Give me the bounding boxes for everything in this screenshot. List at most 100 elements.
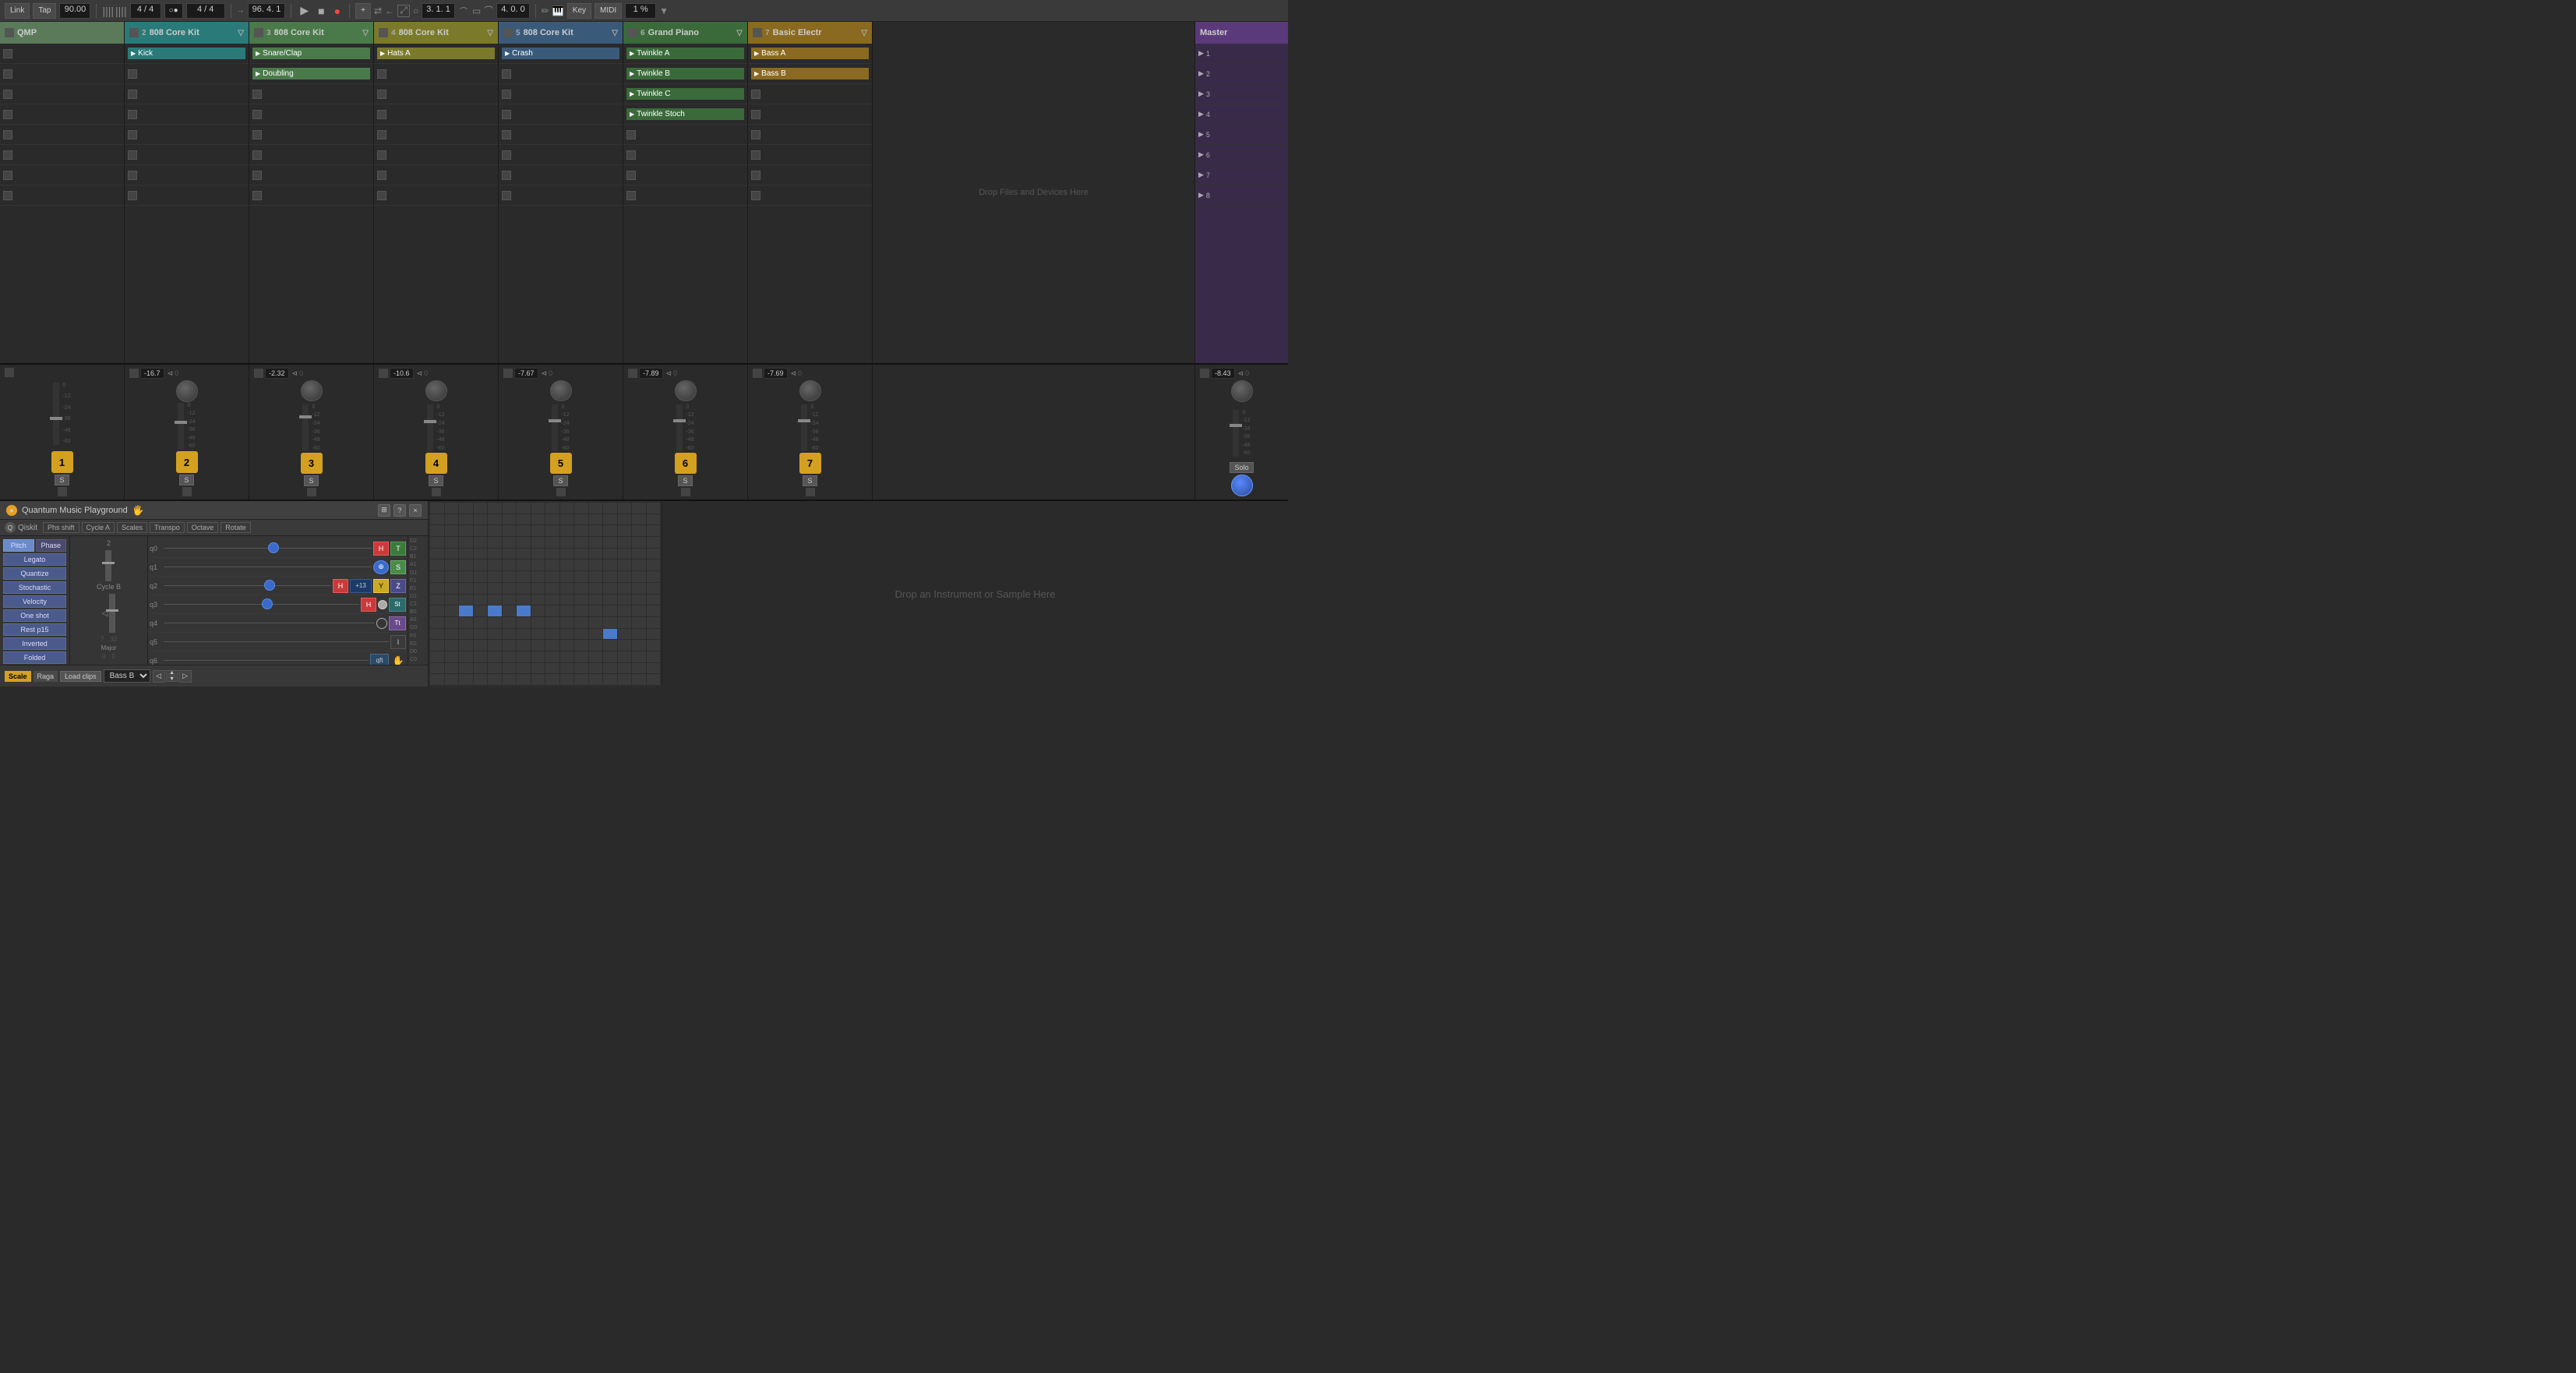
note-cell-3-6[interactable] bbox=[517, 537, 531, 548]
note-cell-5-0[interactable] bbox=[430, 559, 444, 570]
ch6-fader-track[interactable] bbox=[676, 404, 683, 451]
bpm-display[interactable]: 90.00 bbox=[59, 3, 90, 19]
note-cell-15-9[interactable] bbox=[560, 674, 574, 685]
note-cell-13-12[interactable] bbox=[603, 651, 617, 662]
note-cell-11-13[interactable] bbox=[618, 629, 632, 640]
clip-6-3[interactable]: ▶ Twinkle C bbox=[623, 84, 747, 104]
note-cell-7-4[interactable] bbox=[488, 583, 502, 594]
cycle-b-handle[interactable] bbox=[102, 562, 115, 564]
clip-hats[interactable]: ▶ Hats A bbox=[377, 48, 495, 59]
note-cell-3-9[interactable] bbox=[560, 537, 574, 548]
track-activator-6[interactable] bbox=[628, 28, 637, 37]
note-cell-4-11[interactable] bbox=[589, 549, 603, 559]
note-cell-11-0[interactable] bbox=[430, 629, 444, 640]
note-cell-7-14[interactable] bbox=[632, 583, 646, 594]
note-cell-7-3[interactable] bbox=[474, 583, 488, 594]
gate-q0-t[interactable]: T bbox=[390, 542, 406, 556]
nav-octave[interactable]: Octave bbox=[187, 522, 219, 533]
note-cell-13-15[interactable] bbox=[647, 651, 661, 662]
ch3-stop-btn[interactable] bbox=[254, 369, 263, 378]
note-cell-7-15[interactable] bbox=[647, 583, 661, 594]
note-cell-6-13[interactable] bbox=[618, 571, 632, 582]
note-cell-10-1[interactable] bbox=[445, 617, 459, 628]
note-cell-15-12[interactable] bbox=[603, 674, 617, 685]
note-cell-2-10[interactable] bbox=[574, 525, 588, 536]
track-activator-2[interactable] bbox=[129, 28, 139, 37]
note-cell-3-11[interactable] bbox=[589, 537, 603, 548]
note-cell-1-15[interactable] bbox=[647, 514, 661, 525]
gate-q2-z[interactable]: Z bbox=[390, 579, 406, 593]
mode-restp15-btn[interactable]: Rest p15 bbox=[3, 623, 66, 636]
slider-handle[interactable] bbox=[106, 609, 118, 612]
nav-cycle-a[interactable]: Cycle A bbox=[82, 522, 115, 533]
note-cell-14-5[interactable] bbox=[503, 663, 517, 674]
clip-twinkle-c[interactable]: ▶ Twinkle C bbox=[626, 88, 744, 100]
ch7-fader-track[interactable] bbox=[801, 404, 807, 451]
note-cell-11-12[interactable] bbox=[603, 629, 617, 640]
bar-select[interactable]: 4 / 4 bbox=[186, 3, 225, 19]
note-cell-14-8[interactable] bbox=[545, 663, 559, 674]
ch2-vol-knob[interactable] bbox=[176, 380, 198, 402]
mode-stochastic-btn[interactable]: Stochastic bbox=[3, 581, 66, 594]
master-slot-2[interactable]: ▶ 2 bbox=[1195, 64, 1288, 84]
note-cell-5-12[interactable] bbox=[603, 559, 617, 570]
note-cell-0-14[interactable] bbox=[632, 503, 646, 514]
ch2-number[interactable]: 2 bbox=[176, 451, 198, 473]
clip-twinkle-a[interactable]: ▶ Twinkle A bbox=[626, 48, 744, 59]
note-cell-7-10[interactable] bbox=[574, 583, 588, 594]
note-cell-12-15[interactable] bbox=[647, 640, 661, 651]
note-cell-12-12[interactable] bbox=[603, 640, 617, 651]
clip-5-3[interactable] bbox=[499, 84, 623, 104]
clip-6-8[interactable] bbox=[623, 185, 747, 206]
note-cell-7-0[interactable] bbox=[430, 583, 444, 594]
stop-button[interactable]: ■ bbox=[315, 5, 327, 17]
ch4-vol-knob[interactable] bbox=[425, 380, 447, 401]
note-cell-11-5[interactable] bbox=[503, 629, 517, 640]
note-cell-11-7[interactable] bbox=[531, 629, 545, 640]
note-cell-13-13[interactable] bbox=[618, 651, 632, 662]
note-cell-1-7[interactable] bbox=[531, 514, 545, 525]
note-cell-9-5[interactable] bbox=[503, 605, 517, 616]
track-header-qmp[interactable]: QMP bbox=[0, 22, 124, 44]
clip-4-8[interactable] bbox=[374, 185, 498, 206]
clip-slot-qmp-2[interactable] bbox=[0, 64, 124, 84]
note-cell-4-8[interactable] bbox=[545, 549, 559, 559]
note-cell-13-2[interactable] bbox=[459, 651, 473, 662]
ch5-solo-btn[interactable]: S bbox=[553, 475, 567, 486]
note-cell-15-0[interactable] bbox=[430, 674, 444, 685]
clip-slot-qmp-5[interactable] bbox=[0, 125, 124, 145]
clip-6-6[interactable] bbox=[623, 145, 747, 165]
raga-btn[interactable]: Raga bbox=[34, 671, 58, 682]
note-cell-1-12[interactable] bbox=[603, 514, 617, 525]
gate-q6-qft[interactable]: qft bbox=[370, 654, 389, 665]
note-cell-5-10[interactable] bbox=[574, 559, 588, 570]
gate-q4-tt[interactable]: Tt bbox=[389, 616, 406, 630]
note-cell-8-14[interactable] bbox=[632, 595, 646, 605]
note-cell-2-6[interactable] bbox=[517, 525, 531, 536]
clip-bass-b[interactable]: ▶ Bass B bbox=[751, 68, 869, 79]
note-cell-13-5[interactable] bbox=[503, 651, 517, 662]
note-cell-6-0[interactable] bbox=[430, 571, 444, 582]
ch6-fader-handle[interactable] bbox=[673, 419, 686, 422]
note-cell-12-2[interactable] bbox=[459, 640, 473, 651]
note-cell-3-8[interactable] bbox=[545, 537, 559, 548]
note-cell-5-14[interactable] bbox=[632, 559, 646, 570]
piano-icon[interactable]: 🎹 bbox=[552, 5, 564, 16]
ch5-fader-handle[interactable] bbox=[549, 419, 561, 422]
note-cell-8-4[interactable] bbox=[488, 595, 502, 605]
clip-3-1[interactable]: ▶ Snare/Clap bbox=[249, 44, 373, 64]
note-cell-4-10[interactable] bbox=[574, 549, 588, 559]
nav-transpo[interactable]: Transpo bbox=[150, 522, 185, 533]
gate-q2-y[interactable]: Y bbox=[373, 579, 389, 593]
loop-start[interactable]: 3. 1. 1 bbox=[422, 3, 455, 19]
track-io-5[interactable]: ▽ bbox=[612, 29, 618, 37]
gate-q3-h[interactable]: H bbox=[361, 598, 376, 612]
clip-7-3[interactable] bbox=[748, 84, 872, 104]
clip-crash[interactable]: ▶ Crash bbox=[502, 48, 619, 59]
note-cell-14-1[interactable] bbox=[445, 663, 459, 674]
note-cell-8-10[interactable] bbox=[574, 595, 588, 605]
note-cell-6-4[interactable] bbox=[488, 571, 502, 582]
note-cell-15-2[interactable] bbox=[459, 674, 473, 685]
note-cell-10-7[interactable] bbox=[531, 617, 545, 628]
note-cell-14-14[interactable] bbox=[632, 663, 646, 674]
